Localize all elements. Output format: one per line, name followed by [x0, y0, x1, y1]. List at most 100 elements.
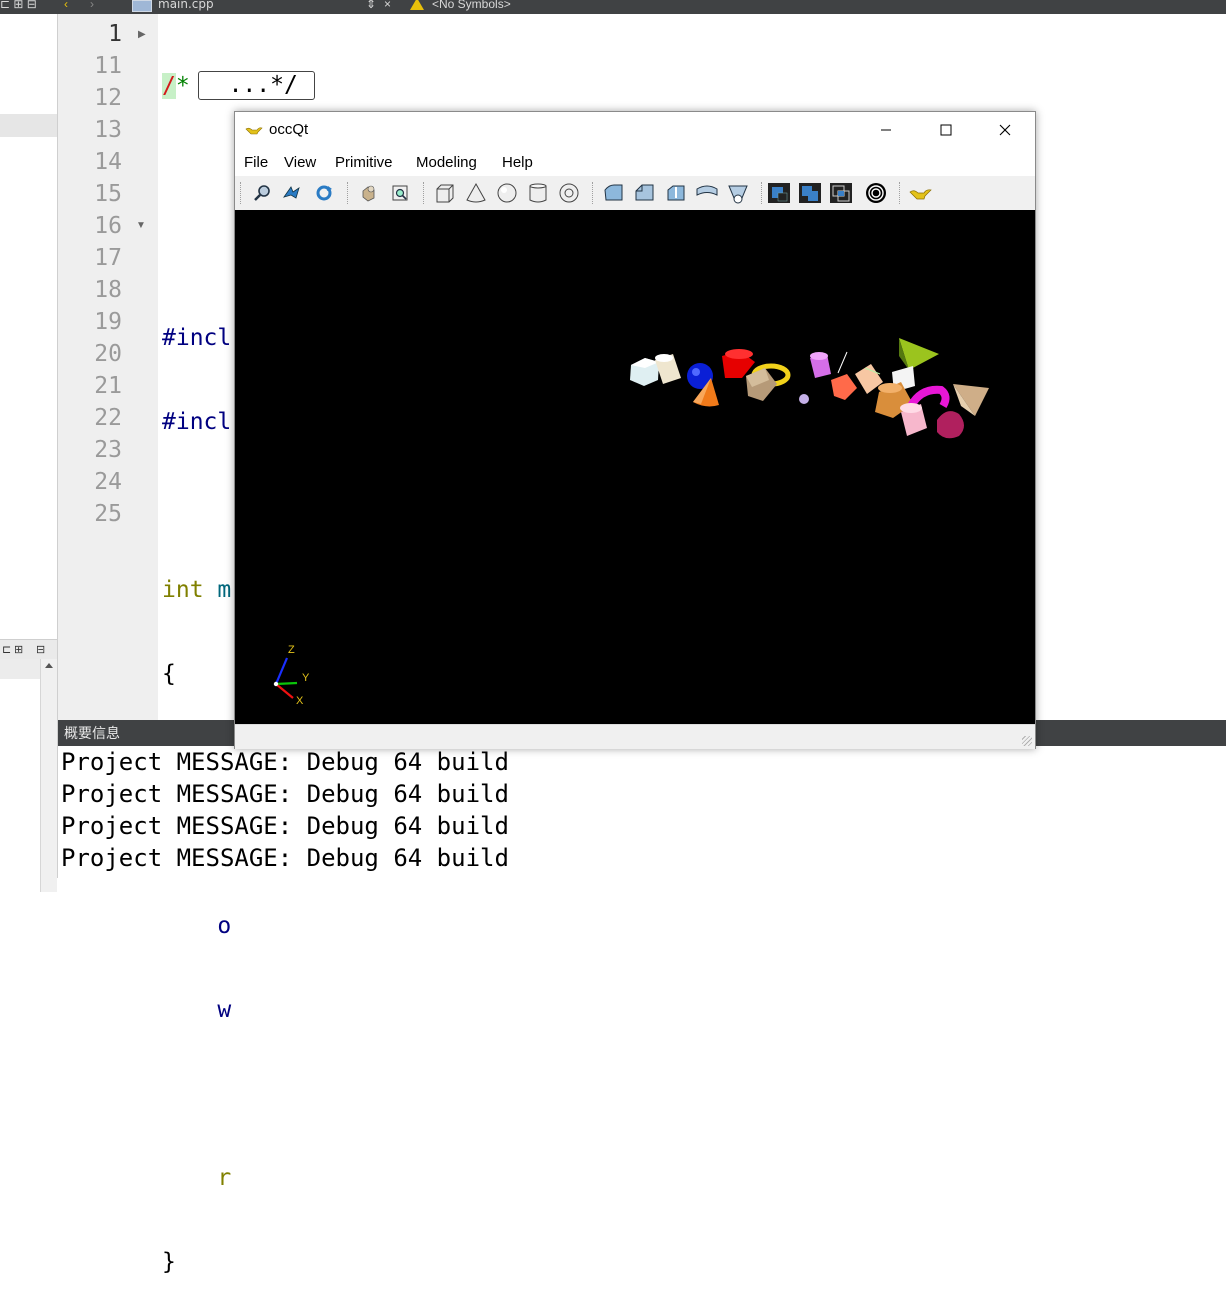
code-line-20: o — [162, 913, 232, 939]
genie-lamp-icon — [245, 127, 263, 135]
box-icon[interactable] — [432, 181, 458, 205]
line-number: 14 — [94, 149, 122, 175]
extrude-icon[interactable] — [663, 181, 689, 205]
project-sidebar: ⊏ ⊞ ⊟ — [0, 14, 58, 892]
back-arrow-icon[interactable]: ‹ — [64, 0, 68, 12]
sidebar-scrollbar[interactable] — [40, 659, 57, 892]
cpp-file-icon — [132, 0, 152, 12]
box-shape — [630, 358, 659, 386]
warning-icon — [410, 0, 424, 10]
cone-shape-white — [655, 354, 681, 384]
menu-modeling[interactable]: Modeling — [416, 154, 477, 171]
menu-bar: File View Primitive Modeling Help — [235, 148, 1035, 176]
menu-primitive[interactable]: Primitive — [335, 154, 393, 171]
cone-icon[interactable] — [463, 181, 489, 205]
window-title: occQt — [269, 121, 309, 138]
line-number: 21 — [94, 373, 122, 399]
menu-file[interactable]: File — [244, 154, 268, 171]
folded-comment-block[interactable]: ...*/ — [197, 71, 315, 100]
occqt-window: occQt File View Primitive Modeling Help — [234, 111, 1036, 749]
revolve-icon[interactable] — [694, 181, 720, 205]
line-number: 12 — [94, 85, 122, 111]
cylinder-shape-violet — [810, 352, 831, 378]
rotate-icon[interactable] — [311, 181, 337, 205]
helix-icon[interactable] — [863, 181, 889, 205]
line-number: 25 — [94, 501, 122, 527]
axis-x-label: X — [296, 695, 304, 707]
line-number: 1 — [108, 21, 122, 47]
chevron-down-icon[interactable]: ⇕ — [366, 0, 376, 12]
output-line: Project MESSAGE: Debug 64 build — [61, 780, 509, 808]
line-number: 19 — [94, 309, 122, 335]
menu-view[interactable]: View — [284, 154, 316, 171]
fit-all-icon[interactable] — [355, 181, 381, 205]
fuse-icon[interactable] — [797, 181, 823, 205]
editor-tab-bar: ⊏ ⊞ ⊟ ‹ › main.cpp ⇕ × <No Symbols> — [0, 0, 1226, 14]
chamfer-icon[interactable] — [632, 181, 658, 205]
line-number: 11 — [94, 53, 122, 79]
minimize-button[interactable] — [863, 112, 909, 148]
line-numbers: 1 11 12 13 14 15 16 17 18 19 20 21 22 23… — [58, 18, 122, 530]
cylinder-shape-pink — [900, 403, 927, 436]
sidebar-controls[interactable]: ⊏ ⊞ ⊟ — [0, 0, 37, 12]
menu-help[interactable]: Help — [502, 154, 533, 171]
output-pane-title[interactable]: 概要信息 — [64, 726, 120, 742]
edge-line — [837, 351, 848, 374]
line-number: 17 — [94, 245, 122, 271]
cylinder-icon[interactable] — [525, 181, 551, 205]
close-button[interactable] — [981, 112, 1027, 148]
fold-expand-icon[interactable]: ▶ — [138, 29, 146, 40]
line-number: 18 — [94, 277, 122, 303]
zoom-icon[interactable] — [249, 181, 275, 205]
scene-render: Z Y X — [273, 338, 989, 707]
sphere-icon[interactable] — [494, 181, 520, 205]
split-icon[interactable]: ⊏ — [2, 643, 11, 656]
pyramid-shape-olive — [899, 338, 939, 370]
compile-output: Project MESSAGE: Debug 64 build Project … — [58, 746, 1226, 878]
maximize-button[interactable] — [923, 112, 969, 148]
selected-tree-item[interactable] — [0, 114, 57, 137]
fillet-icon[interactable] — [601, 181, 627, 205]
scroll-up-icon[interactable] — [45, 663, 53, 668]
sphere-shape-crimson — [937, 411, 964, 439]
pyramid-shape-beige — [953, 384, 989, 416]
3d-viewport[interactable]: Z Y X — [235, 210, 1035, 724]
code-line-23: r — [162, 1165, 232, 1191]
code-line-24: } — [162, 1249, 176, 1275]
loft-icon[interactable] — [725, 181, 751, 205]
sidebar-pane-header: ⊏ ⊞ ⊟ — [0, 639, 57, 661]
cylinder-shape-red — [722, 349, 755, 378]
line-number: 13 — [94, 117, 122, 143]
code-line-21: w — [162, 997, 232, 1023]
pan-icon[interactable] — [279, 181, 305, 205]
line-number: 15 — [94, 181, 122, 207]
symbols-dropdown[interactable]: <No Symbols> — [432, 0, 511, 12]
common-icon[interactable] — [828, 181, 854, 205]
line-number: 24 — [94, 469, 122, 495]
torus-icon[interactable] — [556, 181, 582, 205]
close-split-icon[interactable]: ⊟ — [36, 643, 45, 656]
code-line-1: /* ...*/ — [162, 70, 315, 102]
resize-grip-icon[interactable] — [1022, 736, 1032, 746]
window-title-bar[interactable]: occQt — [235, 112, 1035, 148]
output-line: Project MESSAGE: Debug 64 build — [61, 812, 509, 840]
close-file-icon[interactable]: × — [384, 0, 391, 12]
line-number: 20 — [94, 341, 122, 367]
small-sphere-shape — [799, 394, 809, 404]
fold-collapse-icon[interactable]: ▼ — [136, 220, 146, 231]
torus-shape-magenta — [907, 385, 950, 409]
axis-triedron: Z Y X — [273, 644, 310, 707]
line-number: 23 — [94, 437, 122, 463]
forward-arrow-icon[interactable]: › — [90, 0, 94, 12]
output-line: Project MESSAGE: Debug 64 build — [61, 748, 509, 776]
fit-area-icon[interactable] — [387, 181, 413, 205]
sidebar-row[interactable] — [0, 659, 40, 679]
status-bar — [235, 724, 1035, 749]
box-shape-tan — [746, 368, 777, 401]
cut-icon[interactable] — [766, 181, 792, 205]
add-split-icon[interactable]: ⊞ — [14, 643, 23, 656]
axis-y-label: Y — [302, 672, 310, 684]
about-icon[interactable] — [907, 181, 933, 205]
axis-z-label: Z — [288, 644, 295, 656]
open-file-name[interactable]: main.cpp — [158, 0, 214, 12]
